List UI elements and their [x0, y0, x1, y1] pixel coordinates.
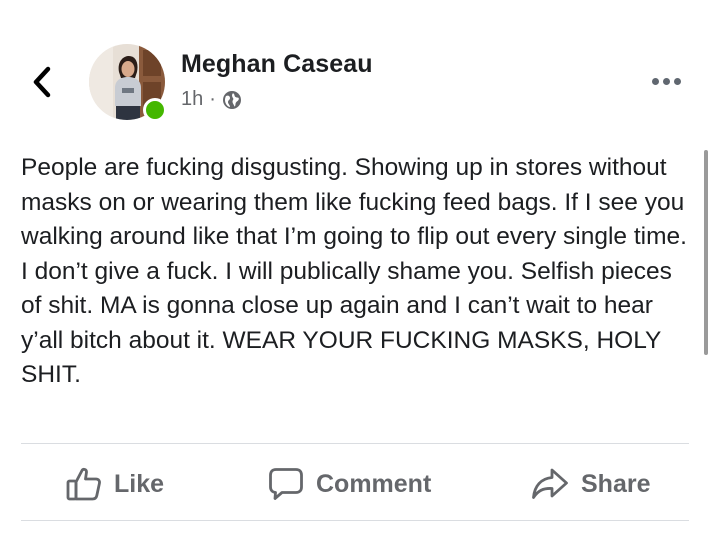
- like-button[interactable]: Like: [66, 462, 164, 506]
- share-label: Share: [581, 469, 651, 498]
- more-dot: [651, 77, 659, 85]
- avatar[interactable]: [89, 44, 167, 122]
- more-dot: [662, 77, 670, 85]
- globe-icon: [222, 90, 241, 109]
- more-dot: [673, 77, 681, 85]
- meta-separator: ·: [209, 88, 216, 110]
- like-label: Like: [114, 469, 165, 498]
- back-button[interactable]: [26, 64, 58, 100]
- divider: [21, 520, 689, 521]
- post-time[interactable]: 1h: [181, 88, 203, 111]
- comment-bubble-icon: [269, 468, 303, 500]
- post-meta: 1h ·: [181, 88, 242, 111]
- share-button[interactable]: Share: [531, 462, 650, 506]
- more-options-button[interactable]: [646, 70, 686, 92]
- chevron-left-icon: [33, 66, 51, 98]
- thumbs-up-icon: [66, 467, 101, 501]
- post-author-name[interactable]: Meghan Caseau: [181, 50, 373, 79]
- online-status-indicator: [143, 98, 167, 122]
- comment-label: Comment: [316, 469, 432, 498]
- scrollbar[interactable]: [704, 150, 708, 355]
- divider: [21, 443, 689, 444]
- post-text: People are fucking disgusting. Showing u…: [21, 154, 687, 388]
- comment-button[interactable]: Comment: [268, 462, 431, 506]
- share-arrow-icon: [532, 468, 568, 499]
